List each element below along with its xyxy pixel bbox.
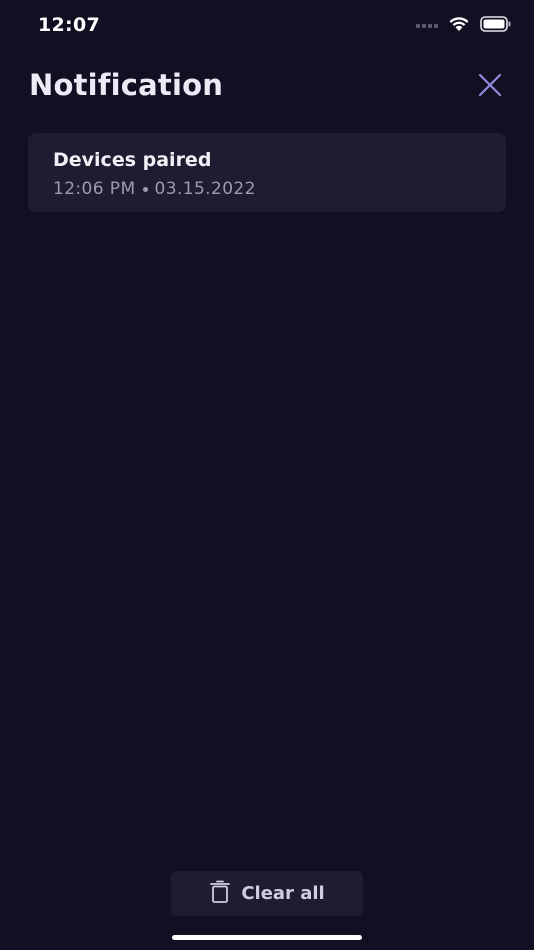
close-icon bbox=[477, 72, 503, 102]
notification-title: Devices paired bbox=[53, 149, 212, 171]
wifi-icon bbox=[448, 16, 470, 36]
cellular-signal-icon bbox=[416, 24, 438, 28]
header: Notification bbox=[29, 66, 505, 110]
home-indicator[interactable] bbox=[172, 935, 362, 940]
notification-screen: 12:07 Notification Devices paired 12:06 … bbox=[0, 0, 534, 950]
page-title: Notification bbox=[29, 68, 224, 102]
clear-all-button[interactable]: Clear all bbox=[171, 871, 363, 916]
status-time: 12:07 bbox=[38, 14, 100, 36]
notification-list: Devices paired 12:06 PM 03.15.2022 bbox=[28, 133, 506, 212]
trash-icon bbox=[209, 880, 231, 908]
notification-meta: 12:06 PM 03.15.2022 bbox=[53, 179, 256, 199]
status-bar: 12:07 bbox=[0, 0, 534, 52]
separator-dot bbox=[142, 186, 148, 192]
status-icons bbox=[416, 16, 512, 36]
battery-icon bbox=[480, 16, 512, 36]
notification-date: 03.15.2022 bbox=[154, 179, 256, 199]
notification-time: 12:06 PM bbox=[53, 179, 136, 199]
clear-all-label: Clear all bbox=[241, 883, 325, 904]
close-button[interactable] bbox=[475, 72, 505, 102]
notification-item[interactable]: Devices paired 12:06 PM 03.15.2022 bbox=[28, 133, 506, 212]
